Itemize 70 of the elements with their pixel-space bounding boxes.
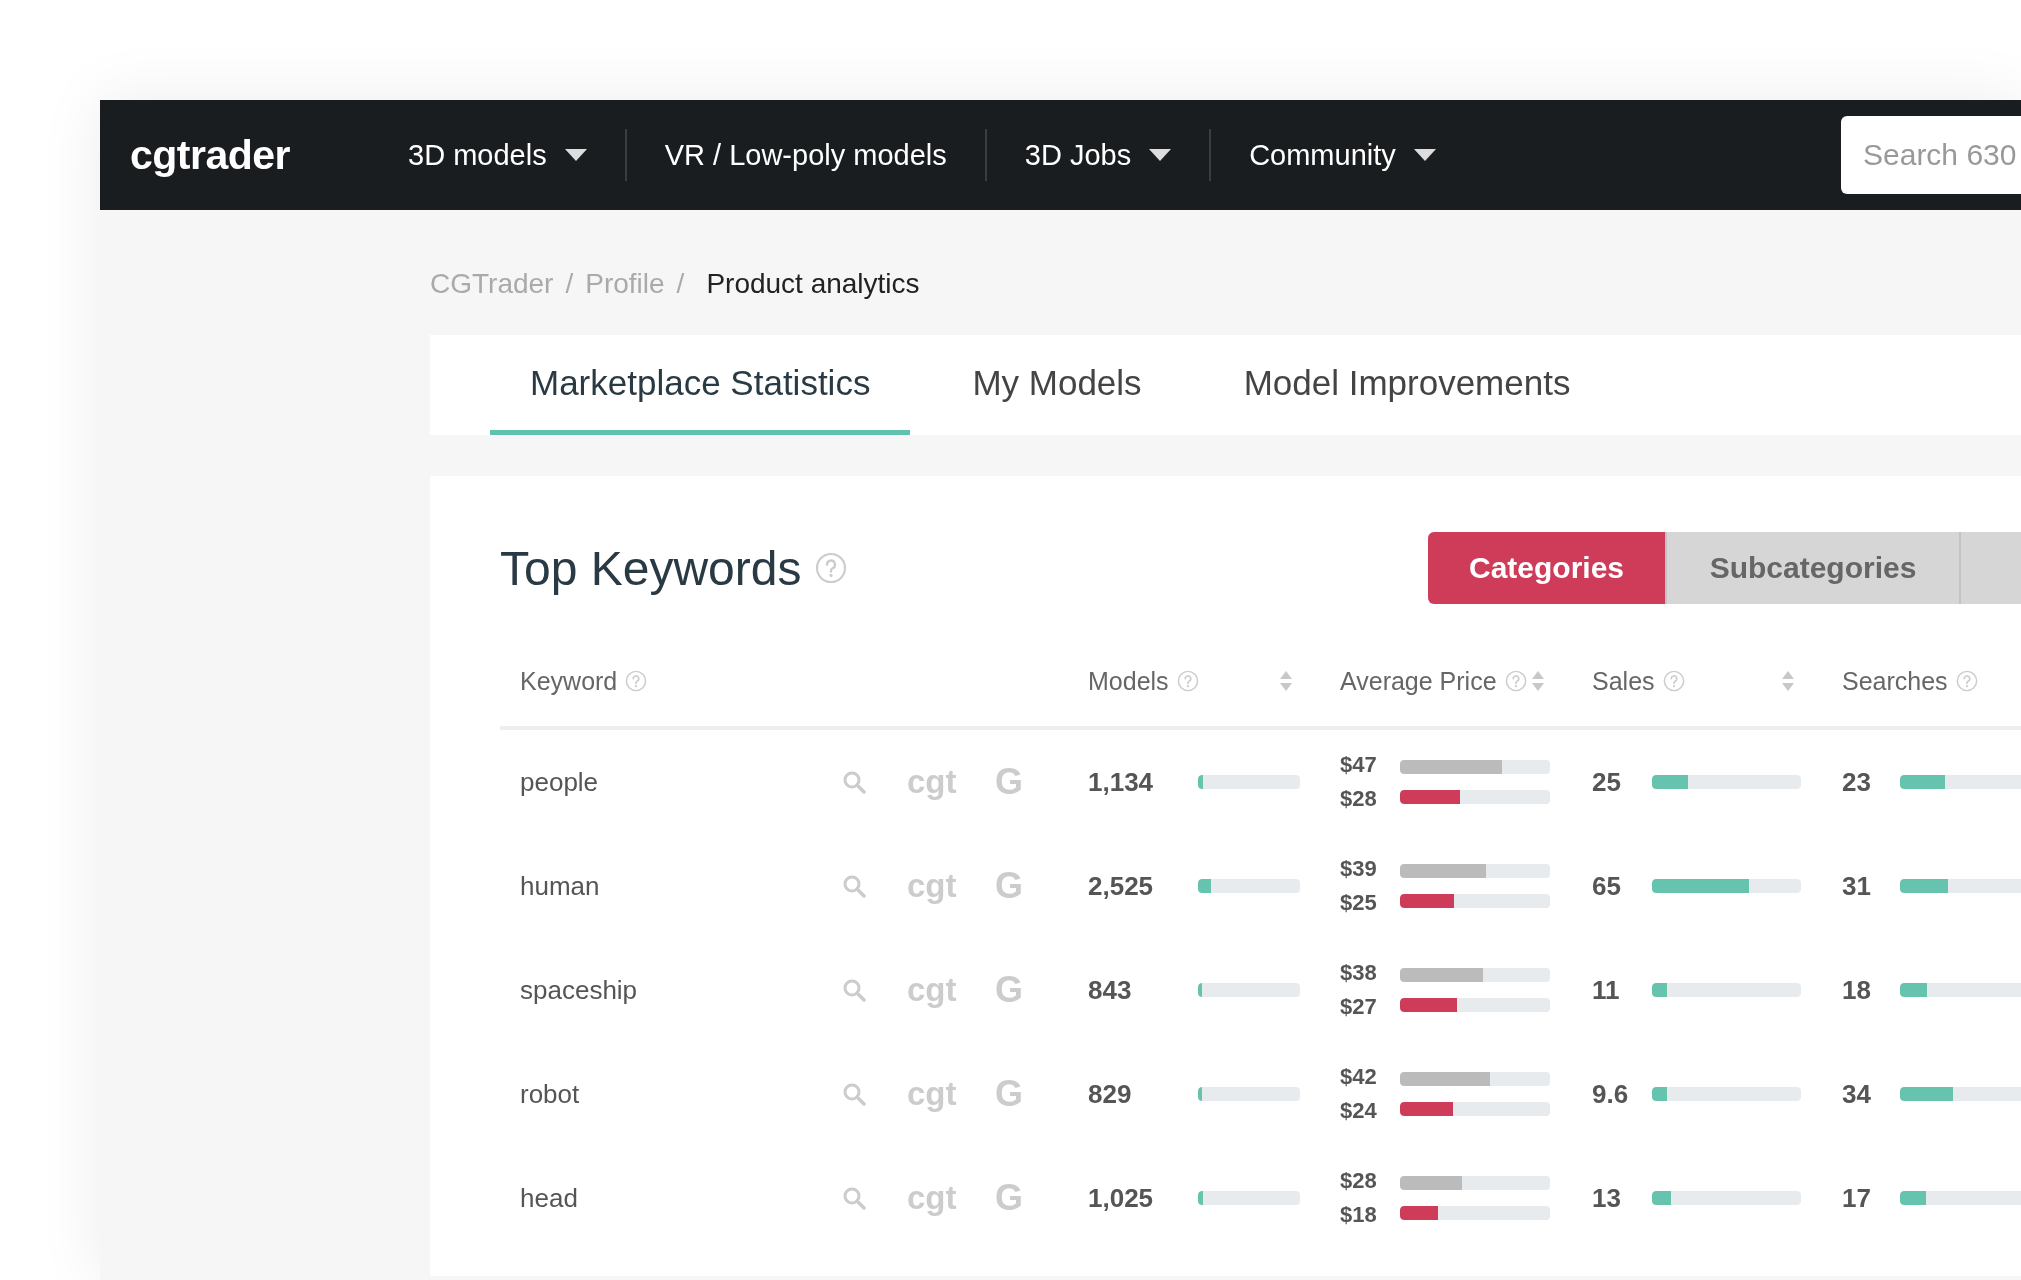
caret-icon	[1413, 149, 1436, 161]
nav-item[interactable]: VR / Low-poly models	[626, 129, 987, 181]
price-text: $24	[1340, 1098, 1378, 1124]
column-header: Keyword	[520, 666, 618, 696]
table-cell-text: 829	[1088, 1078, 1133, 1110]
sort-icon[interactable]	[1531, 670, 1545, 692]
table-cell-text: 2,525	[1088, 870, 1155, 902]
table-cell-text: 1,025	[1088, 1182, 1155, 1214]
price-text: $47	[1340, 752, 1378, 778]
table-cell-text: 1,134	[1088, 766, 1155, 798]
column-header[interactable]: Average Price	[1340, 666, 1497, 696]
help-icon[interactable]	[815, 552, 848, 584]
price-text: $18	[1340, 1202, 1378, 1228]
breadcrumb-current: Product analytics	[706, 267, 920, 300]
column-header: Searches	[1842, 666, 1948, 696]
help-icon[interactable]	[1176, 670, 1199, 692]
table-cell-text: 31	[1842, 870, 1872, 902]
table-cell-text: 65	[1592, 870, 1622, 902]
table-cell-text: 25	[1592, 766, 1622, 798]
keyword-text: spaceship	[519, 974, 639, 1006]
table-cell-text: 17	[1842, 1182, 1872, 1214]
breadcrumb-link[interactable]: CGTrader	[430, 267, 554, 300]
help-icon[interactable]	[1504, 670, 1527, 692]
price-text: $27	[1340, 994, 1378, 1020]
toggle-button[interactable]	[1961, 532, 2021, 604]
help-icon[interactable]	[625, 670, 648, 692]
price-text: $39	[1340, 856, 1378, 882]
breadcrumb-separator: /	[565, 267, 574, 300]
help-icon[interactable]	[1955, 670, 1978, 692]
keyword-text: head	[519, 1182, 579, 1214]
table-cell-text: 11	[1592, 974, 1621, 1006]
keyword-text: human	[519, 870, 601, 902]
keyword-text: people	[519, 766, 600, 798]
nav-item[interactable]: 3D Jobs	[986, 129, 1212, 181]
nav-item[interactable]: Community	[1211, 129, 1474, 181]
table-cell-text: 34	[1842, 1078, 1872, 1110]
sort-icon[interactable]	[1279, 670, 1293, 692]
nav-item[interactable]: 3D models	[370, 129, 627, 181]
table-cell-text: 23	[1842, 766, 1872, 798]
price-text: $25	[1340, 890, 1378, 916]
table-cell-text: 9.6	[1592, 1078, 1630, 1110]
search-icon[interactable]	[842, 1186, 866, 1210]
sort-icon[interactable]	[1781, 670, 1795, 692]
column-header[interactable]: Sales	[1592, 666, 1655, 696]
price-text: $38	[1340, 960, 1378, 986]
search-icon[interactable]	[842, 874, 866, 898]
breadcrumb-link[interactable]: Profile	[585, 267, 665, 300]
toggle-button[interactable]: Categories	[1428, 532, 1667, 604]
section-title: Top Keywords	[500, 540, 802, 596]
table-cell-text: 843	[1088, 974, 1133, 1006]
keyword-text: robot	[519, 1078, 581, 1110]
toggle-button[interactable]: Subcategories	[1667, 532, 1961, 604]
caret-icon	[564, 149, 587, 161]
search-icon[interactable]	[842, 978, 866, 1002]
table-cell-text: 13	[1592, 1182, 1622, 1214]
price-text: $42	[1340, 1064, 1378, 1090]
price-text: $28	[1340, 786, 1378, 812]
help-icon[interactable]	[1662, 670, 1685, 692]
price-text: $28	[1340, 1168, 1378, 1194]
search-icon[interactable]	[842, 1082, 866, 1106]
search-field[interactable]: Search 630	[1841, 116, 2021, 194]
tab[interactable]: Marketplace Statistics	[490, 335, 911, 435]
tab[interactable]: My Models	[932, 335, 1182, 435]
tab[interactable]: Model Improvements	[1203, 335, 1611, 435]
breadcrumb-separator: /	[676, 267, 685, 300]
search-icon[interactable]	[842, 770, 866, 794]
logo[interactable]: cgtrader	[130, 131, 291, 179]
column-header[interactable]: Models	[1088, 666, 1169, 696]
caret-icon	[1149, 149, 1172, 161]
table-cell-text: 18	[1842, 974, 1872, 1006]
